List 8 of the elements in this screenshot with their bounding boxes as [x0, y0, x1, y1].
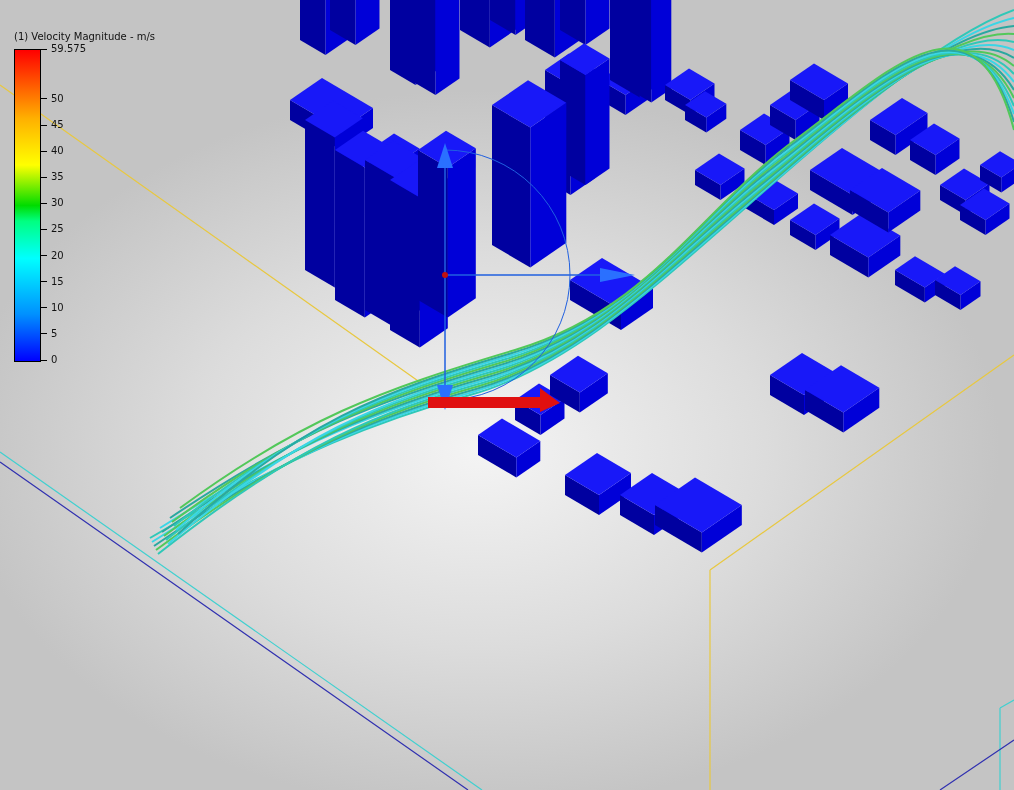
max-value-label: 59.575 — [41, 43, 86, 55]
scale-tick-label: 15 — [41, 275, 64, 288]
scale-tick-label: 5 — [41, 327, 58, 340]
scale-tick-label: 10 — [41, 301, 64, 314]
legend-title: (1) Velocity Magnitude - m/s — [14, 30, 155, 44]
scale-tick-label: 50 — [41, 93, 64, 105]
scale-tick-label: 20 — [41, 249, 64, 262]
scale-tick-label: 0 — [41, 354, 58, 366]
